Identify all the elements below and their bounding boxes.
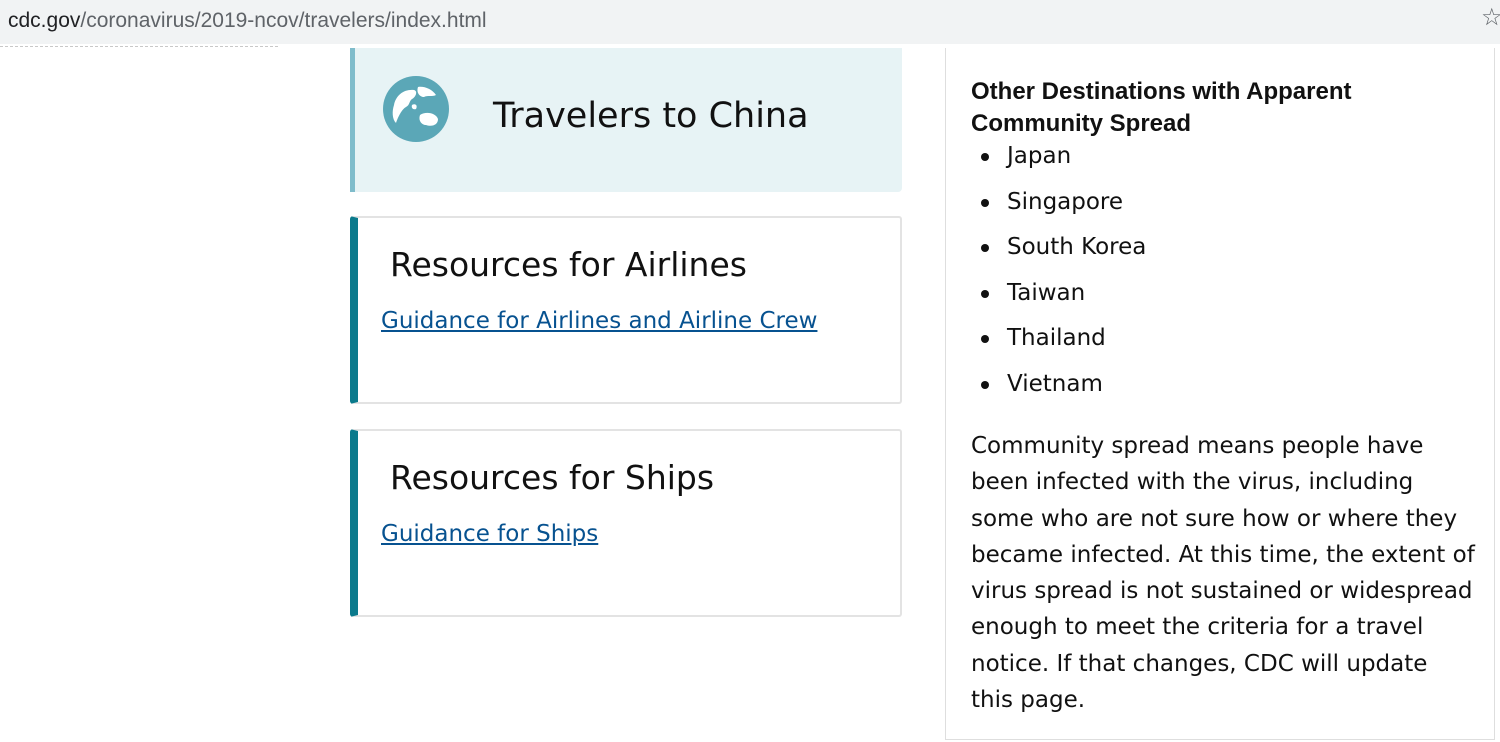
card-title: Resources for Ships: [390, 458, 715, 497]
destination-name: Taiwan: [1007, 279, 1086, 306]
browser-address-bar[interactable]: cdc.gov/coronavirus/2019-ncov/travelers/…: [0, 0, 1500, 44]
bullet-icon: [981, 244, 989, 253]
list-item: Singapore: [981, 186, 1146, 232]
resources-for-airlines-card: Resources for Airlines Guidance for Airl…: [350, 216, 902, 404]
card-title: Travelers to China: [493, 96, 809, 136]
globe-icon: [383, 76, 449, 142]
community-spread-description: Community spread means people have been …: [971, 433, 1475, 714]
url-text[interactable]: cdc.gov/coronavirus/2019-ncov/travelers/…: [8, 9, 487, 33]
bullet-icon: [981, 380, 989, 389]
destination-name: South Korea: [1007, 234, 1147, 261]
destination-name: Vietnam: [1007, 370, 1103, 397]
airlines-guidance-link[interactable]: Guidance for Airlines and Airline Crew: [381, 308, 817, 334]
destination-list: Japan Singapore South Korea Taiwan Thail…: [981, 140, 1146, 414]
list-item: Vietnam: [981, 368, 1146, 414]
bullet-icon: [981, 289, 989, 298]
destination-name: Thailand: [1007, 325, 1106, 352]
list-item: Thailand: [981, 322, 1146, 368]
url-path: /coronavirus/2019-ncov/travelers/index.h…: [80, 9, 487, 32]
destination-name: Singapore: [1007, 188, 1124, 215]
list-item: Japan: [981, 140, 1146, 186]
panel-heading: Other Destinations with Apparent Communi…: [971, 78, 1352, 137]
divider: [0, 46, 278, 47]
resources-for-ships-card: Resources for Ships Guidance for Ships: [350, 429, 902, 617]
list-item: South Korea: [981, 231, 1146, 277]
bullet-icon: [981, 153, 989, 161]
list-item: Taiwan: [981, 277, 1146, 323]
star-icon[interactable]: ☆: [1481, 6, 1500, 30]
destination-name: Japan: [1007, 143, 1072, 169]
card-title: Resources for Airlines: [390, 245, 747, 284]
travelers-to-china-card[interactable]: Travelers to China: [350, 48, 902, 192]
bullet-icon: [981, 335, 989, 344]
bullet-icon: [981, 198, 989, 207]
community-spread-panel: Other Destinations with Apparent Communi…: [945, 48, 1495, 740]
url-domain: cdc.gov: [8, 9, 81, 32]
ships-guidance-link[interactable]: Guidance for Ships: [381, 521, 598, 547]
